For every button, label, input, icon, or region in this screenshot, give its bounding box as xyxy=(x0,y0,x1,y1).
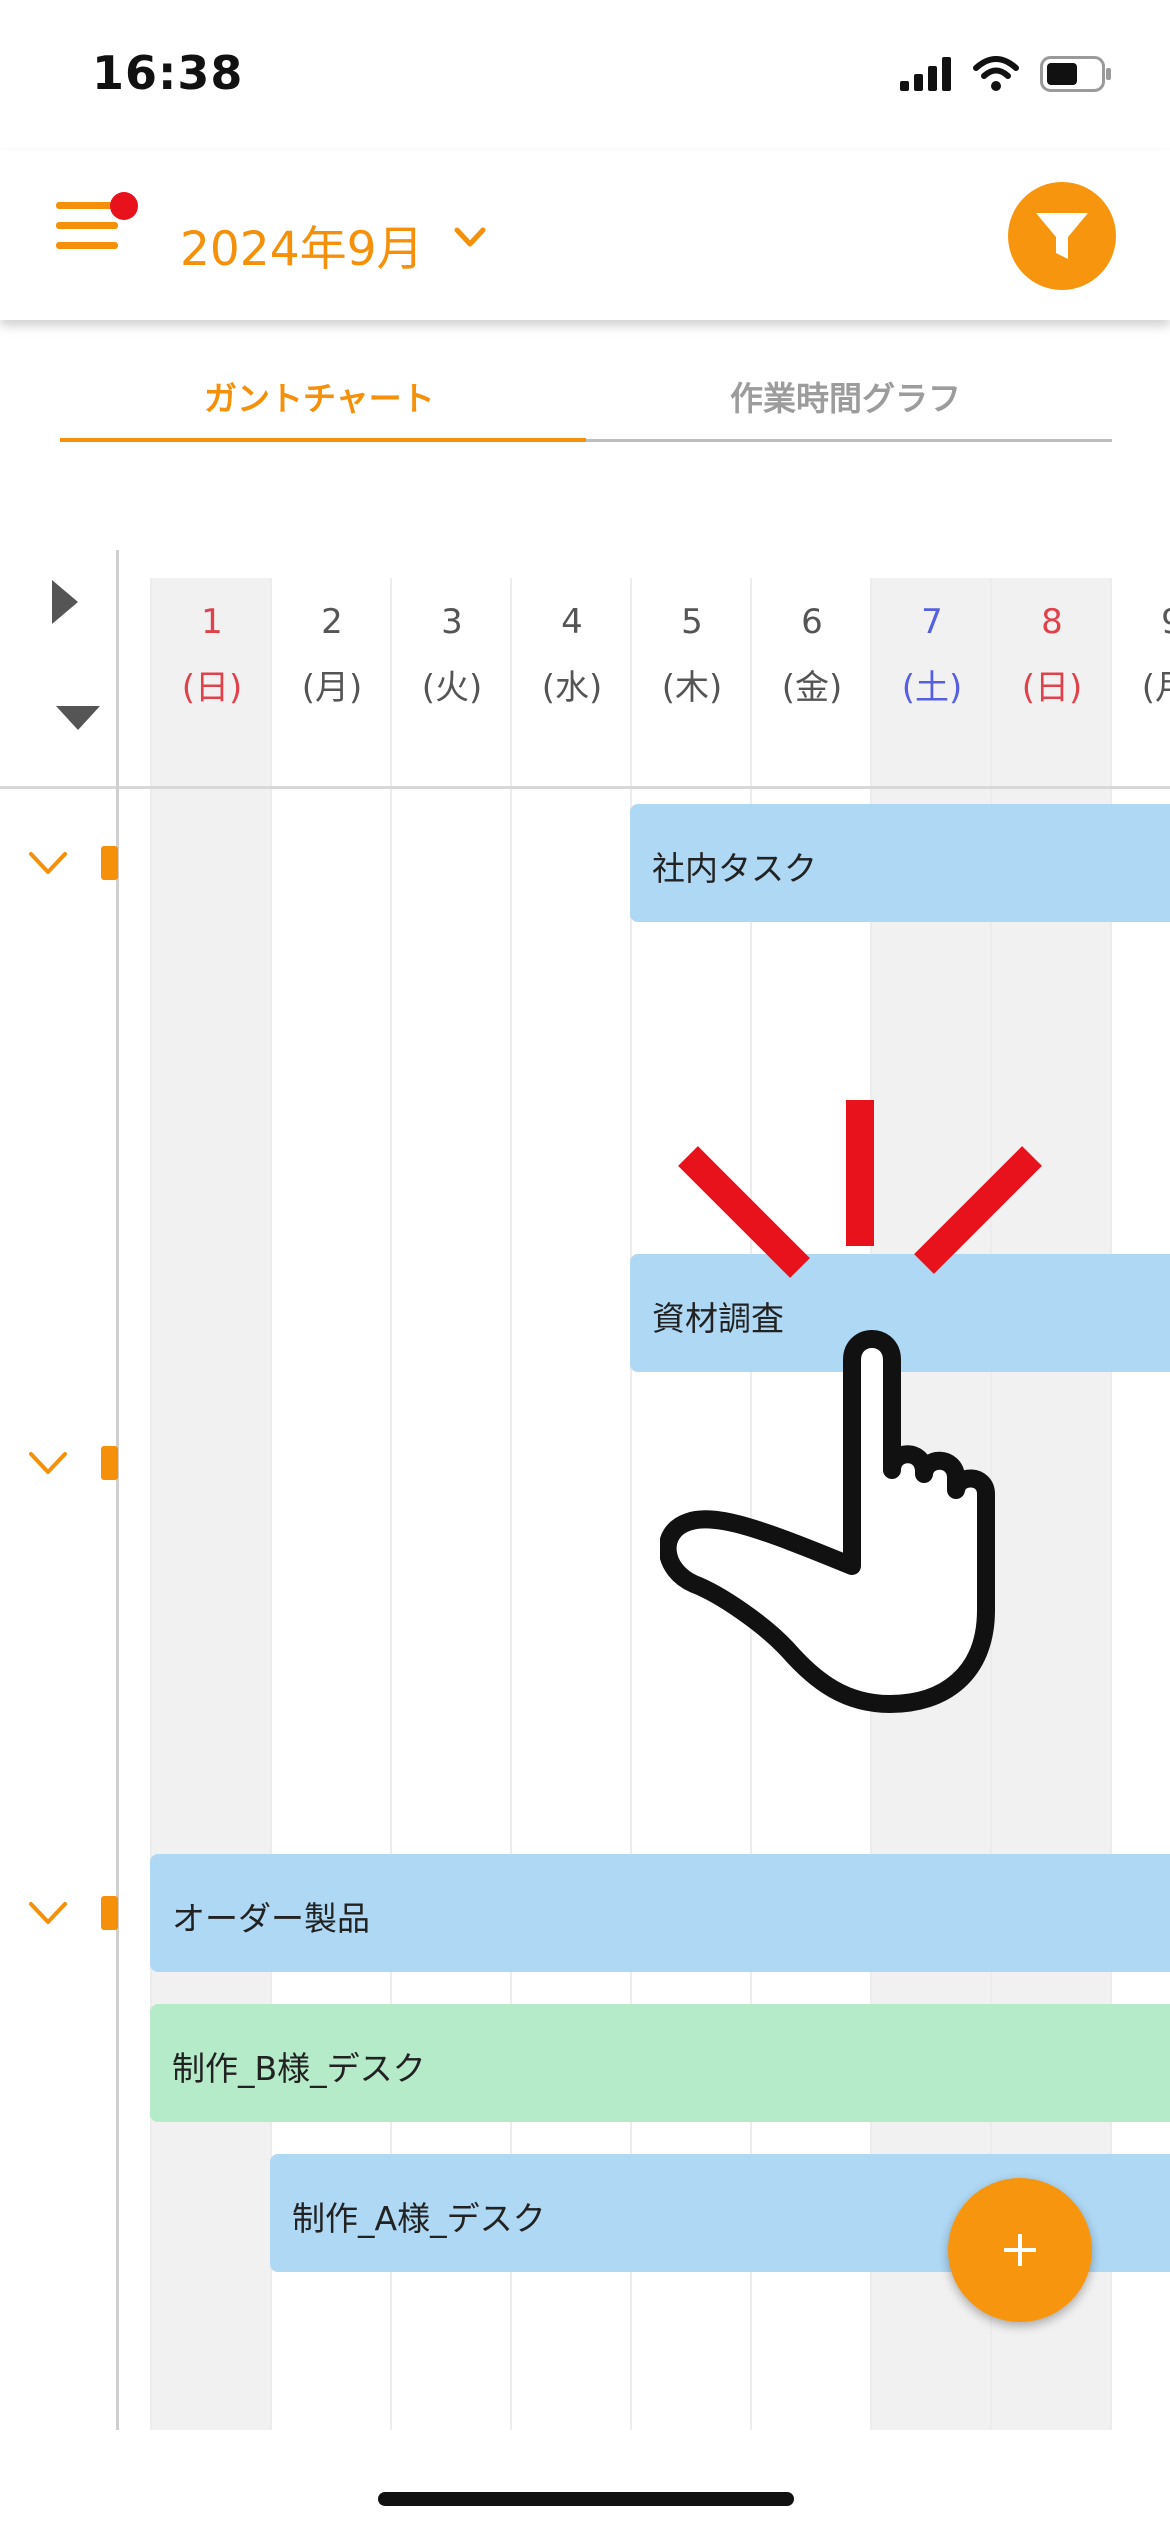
task-bar[interactable]: 社内タスク xyxy=(630,804,1170,922)
month-title[interactable]: 2024年9月 xyxy=(180,210,424,279)
day-weekday: (火) xyxy=(421,668,483,708)
day-weekday: (水) xyxy=(541,668,603,708)
task-bar[interactable]: オーダー製品 xyxy=(150,1854,1170,1972)
task-label: 制作_B様_デスク xyxy=(172,2049,426,2088)
task-label: オーダー製品 xyxy=(172,1899,370,1938)
task-label: 制作_A様_デスク xyxy=(292,2199,546,2238)
chevron-down-icon[interactable] xyxy=(28,1450,68,1476)
task-label: 社内タスク xyxy=(652,849,817,888)
task-bar[interactable]: 制作_B様_デスク xyxy=(150,2004,1170,2122)
day-column: 2 (月) xyxy=(270,578,392,2430)
view-tabs: ガントチャート 作業時間グラフ xyxy=(60,350,1112,446)
day-weekday: (日) xyxy=(1021,668,1083,708)
day-weekday: (金) xyxy=(781,668,843,708)
group-marker xyxy=(101,1446,118,1480)
day-column: 3 (火) xyxy=(390,578,512,2430)
day-weekday: (月) xyxy=(301,668,363,708)
day-column: 1 (日) xyxy=(150,578,272,2430)
gantt-screen: 16:38 2024年9月 ガントチャート 作業時間グラフ 1 (日) 2 (月… xyxy=(0,0,1170,2532)
menu-icon xyxy=(56,202,118,209)
app-header: 2024年9月 xyxy=(0,150,1170,320)
day-weekday: (木) xyxy=(661,668,723,708)
day-number: 6 xyxy=(801,602,823,642)
day-number: 2 xyxy=(321,602,343,642)
chevron-down-icon[interactable] xyxy=(28,1900,68,1926)
chevron-down-icon[interactable] xyxy=(452,222,488,252)
status-icons xyxy=(900,50,1114,98)
filter-icon xyxy=(1036,213,1088,259)
expand-all-icon[interactable] xyxy=(52,580,78,624)
tap-hand-icon xyxy=(660,1100,1042,1713)
status-bar: 16:38 xyxy=(0,0,1170,150)
tab-work-hours-graph[interactable]: 作業時間グラフ xyxy=(730,372,961,420)
day-weekday: (土) xyxy=(901,668,963,708)
tab-active-indicator xyxy=(60,438,586,442)
day-weekday: (月) xyxy=(1141,668,1170,708)
tab-gantt-chart[interactable]: ガントチャート xyxy=(204,372,435,420)
day-number: 5 xyxy=(681,602,703,642)
collapse-all-icon[interactable] xyxy=(56,706,100,730)
add-task-button[interactable] xyxy=(948,2178,1092,2322)
day-number: 7 xyxy=(921,602,943,642)
day-number: 1 xyxy=(201,602,223,642)
status-time: 16:38 xyxy=(92,46,244,100)
day-weekday: (日) xyxy=(181,668,243,708)
tab-inactive-indicator xyxy=(586,439,1112,442)
day-number: 3 xyxy=(441,602,463,642)
filter-button[interactable] xyxy=(1008,182,1116,290)
wifi-icon xyxy=(973,56,1019,91)
tree-column-border xyxy=(116,550,119,2430)
home-indicator xyxy=(378,2492,794,2506)
group-marker xyxy=(101,1896,118,1930)
day-number: 9 xyxy=(1112,602,1170,642)
day-number: 8 xyxy=(1041,602,1063,642)
day-column: 4 (水) xyxy=(510,578,632,2430)
battery-icon xyxy=(1040,56,1111,92)
signal-icon xyxy=(900,57,951,91)
day-number: 4 xyxy=(561,602,583,642)
date-header-divider xyxy=(0,786,1170,789)
group-marker xyxy=(101,846,118,880)
notification-dot xyxy=(110,192,138,220)
chevron-down-icon[interactable] xyxy=(28,850,68,876)
plus-icon xyxy=(1004,2234,1036,2266)
